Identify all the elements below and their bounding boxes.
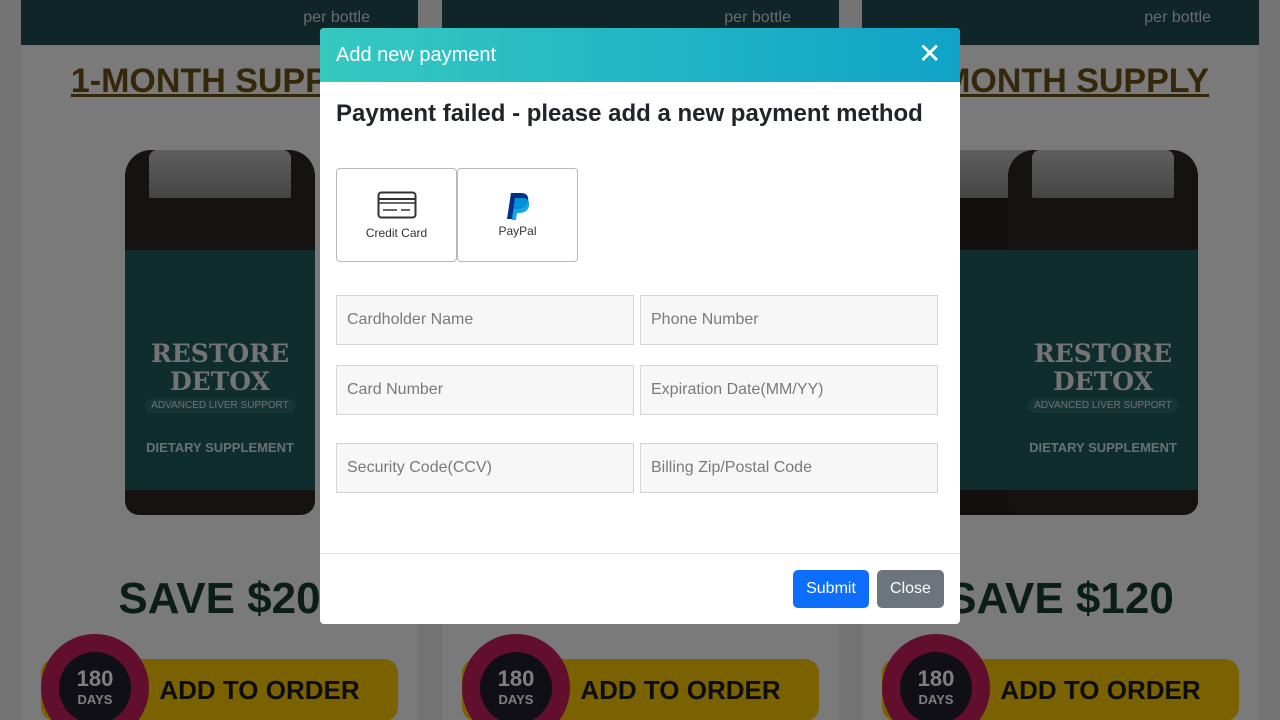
close-button[interactable]: Close [877, 570, 944, 608]
credit-card-option[interactable]: Credit Card [336, 168, 457, 262]
submit-button[interactable]: Submit [793, 570, 869, 608]
security-code-input[interactable] [336, 443, 634, 493]
add-payment-modal: Add new payment ✕ Payment failed - pleas… [320, 28, 960, 624]
payment-method-selector: Credit Card PayPal [336, 168, 578, 262]
close-icon[interactable]: ✕ [918, 40, 941, 68]
paypal-option[interactable]: PayPal [457, 168, 578, 262]
credit-card-icon [377, 191, 416, 219]
expiration-date-input[interactable] [640, 365, 938, 415]
modal-footer-divider [320, 553, 960, 554]
paypal-icon [506, 193, 529, 220]
payment-failed-heading: Payment failed - please add a new paymen… [336, 100, 923, 127]
credit-card-label: Credit Card [365, 226, 428, 240]
paypal-label: PayPal [498, 224, 537, 238]
modal-title: Add new payment [336, 44, 497, 66]
card-number-input[interactable] [336, 365, 634, 415]
phone-number-input[interactable] [640, 295, 938, 345]
cardholder-name-input[interactable] [336, 295, 634, 345]
billing-zip-input[interactable] [640, 443, 938, 493]
modal-header: Add new payment ✕ [320, 28, 960, 82]
